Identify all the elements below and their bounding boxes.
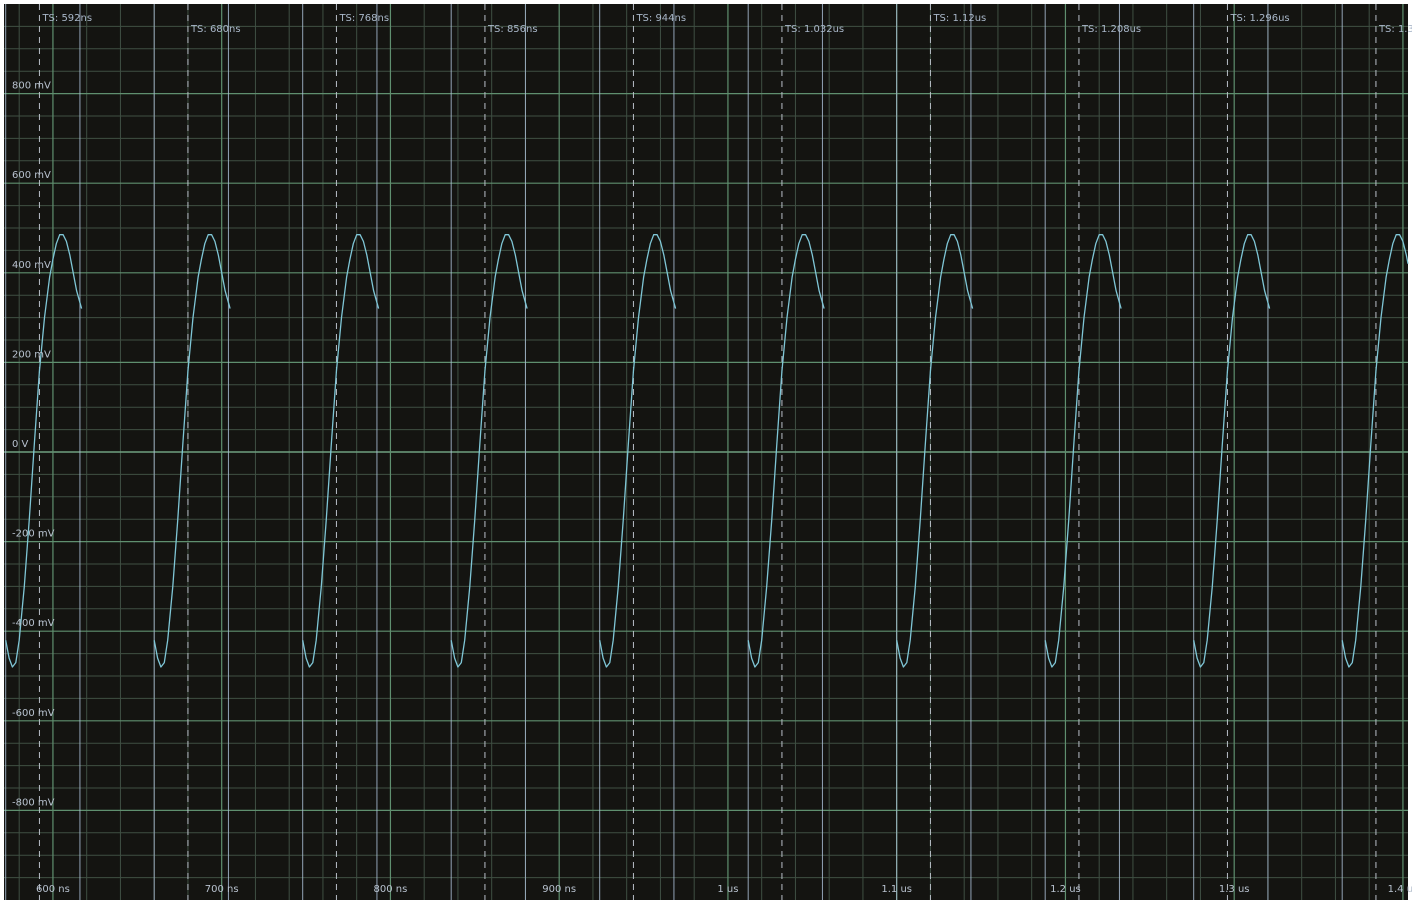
timestamp-label: TS: 1.032us (784, 24, 844, 35)
timestamp-label: TS: 1.296us (1229, 13, 1289, 24)
x-tick-label: 1.2 us (1050, 884, 1081, 895)
x-tick-label: 600 ns (36, 884, 70, 895)
timestamp-label: TS: 680ns (190, 24, 241, 35)
timestamp-label: TS: 768ns (338, 13, 389, 24)
x-tick-label: 800 ns (374, 884, 408, 895)
y-tick-label: -600 mV (12, 708, 55, 719)
x-tick-label: 1 us (717, 884, 738, 895)
y-tick-label: 200 mV (12, 349, 51, 360)
y-tick-label: 400 mV (12, 260, 51, 271)
x-tick-label: 900 ns (542, 884, 576, 895)
timestamp-label: TS: 944ns (635, 13, 686, 24)
y-tick-label: 600 mV (12, 170, 51, 181)
y-tick-label: -800 mV (12, 797, 55, 808)
oscilloscope-waveform-chart: 800 mV 600 mV 400 mV 200 mV 0 V -200 mV -400 m… (4, 4, 1412, 900)
y-tick-label: 0 V (12, 439, 29, 450)
timestamp-label: TS: 1.38 (1378, 24, 1412, 35)
x-tick-label: 1.4 us (1388, 884, 1412, 895)
y-tick-label: -200 mV (12, 529, 55, 540)
x-tick-label: 1.1 us (881, 884, 912, 895)
timestamp-label: TS: 856ns (487, 24, 538, 35)
timestamp-label: TS: 1.12us (932, 13, 986, 24)
x-tick-label: 1.3 us (1219, 884, 1250, 895)
y-tick-label: -400 mV (12, 618, 55, 629)
timestamp-label: TS: 592ns (41, 13, 92, 24)
y-tick-label: 800 mV (12, 81, 51, 92)
timestamp-label: TS: 1.208us (1081, 24, 1141, 35)
x-tick-label: 700 ns (205, 884, 239, 895)
